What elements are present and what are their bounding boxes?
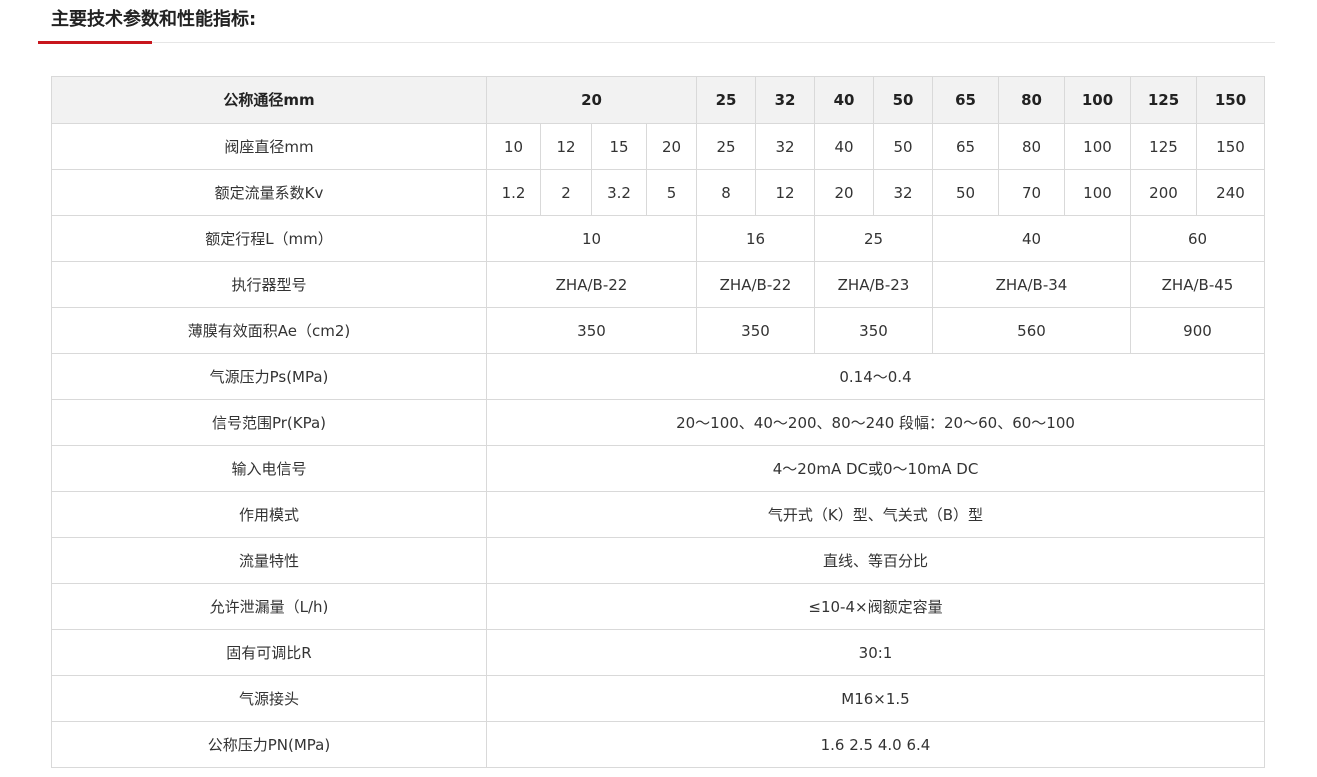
table-cell: 150 — [1196, 123, 1265, 170]
header-cell: 20 — [486, 76, 697, 124]
table-cell: 12 — [755, 169, 815, 216]
row-label: 流量特性 — [51, 537, 487, 584]
table-cell: 32 — [873, 169, 933, 216]
table-cell: 40 — [814, 123, 874, 170]
table-cell: 125 — [1130, 123, 1197, 170]
table-row: 作用模式 气开式（K）型、气关式（B）型 — [51, 491, 1265, 538]
table-cell: 900 — [1130, 307, 1265, 354]
table-row: 阀座直径mm 10 12 15 20 25 32 40 50 65 80 100… — [51, 123, 1265, 170]
table-cell: ZHA/B-22 — [486, 261, 697, 308]
table-cell: 30:1 — [486, 629, 1265, 676]
table-cell: 20 — [814, 169, 874, 216]
table-cell: 80 — [998, 123, 1065, 170]
table-cell: 12 — [540, 123, 592, 170]
table-cell: 直线、等百分比 — [486, 537, 1265, 584]
header-cell: 50 — [873, 76, 933, 124]
table-cell: 2 — [540, 169, 592, 216]
row-label: 薄膜有效面积Ae（cm2) — [51, 307, 487, 354]
table-cell: 50 — [932, 169, 999, 216]
table-cell: 16 — [696, 215, 815, 262]
row-label: 公称压力PN(MPa) — [51, 721, 487, 768]
spec-table: 公称通径mm 20 25 32 40 50 65 80 100 125 150 … — [51, 76, 1265, 768]
row-label: 信号范围Pr(KPa) — [51, 399, 487, 446]
table-cell: 20～100、40～200、80～240 段幅：20～60、60～100 — [486, 399, 1265, 446]
table-cell: 200 — [1130, 169, 1197, 216]
table-cell: M16×1.5 — [486, 675, 1265, 722]
table-row: 输入电信号 4～20mA DC或0～10mA DC — [51, 445, 1265, 492]
table-cell: ZHA/B-45 — [1130, 261, 1265, 308]
row-label: 允许泄漏量（L/h) — [51, 583, 487, 630]
title-underline — [38, 41, 152, 44]
section-title: 主要技术参数和性能指标: — [51, 9, 257, 30]
row-label: 气源接头 — [51, 675, 487, 722]
row-label: 固有可调比R — [51, 629, 487, 676]
table-row: 薄膜有效面积Ae（cm2) 350 350 350 560 900 — [51, 307, 1265, 354]
table-cell: 4～20mA DC或0～10mA DC — [486, 445, 1265, 492]
table-cell: 350 — [814, 307, 933, 354]
table-row: 公称压力PN(MPa) 1.6 2.5 4.0 6.4 — [51, 721, 1265, 768]
table-header-row: 公称通径mm 20 25 32 40 50 65 80 100 125 150 — [51, 76, 1265, 124]
row-label: 作用模式 — [51, 491, 487, 538]
row-label: 额定流量系数Kv — [51, 169, 487, 216]
table-row: 额定行程L（mm） 10 16 25 40 60 — [51, 215, 1265, 262]
table-cell: 40 — [932, 215, 1131, 262]
table-cell: ZHA/B-23 — [814, 261, 933, 308]
table-cell: 60 — [1130, 215, 1265, 262]
row-label: 阀座直径mm — [51, 123, 487, 170]
table-cell: ZHA/B-34 — [932, 261, 1131, 308]
header-cell: 65 — [932, 76, 999, 124]
header-cell: 25 — [696, 76, 756, 124]
table-cell: 1.2 — [486, 169, 541, 216]
table-cell: 0.14～0.4 — [486, 353, 1265, 400]
table-cell: 350 — [696, 307, 815, 354]
table-row: 气源压力Ps(MPa) 0.14～0.4 — [51, 353, 1265, 400]
header-cell: 125 — [1130, 76, 1197, 124]
table-cell: 5 — [646, 169, 697, 216]
table-cell: 350 — [486, 307, 697, 354]
table-row: 执行器型号 ZHA/B-22 ZHA/B-22 ZHA/B-23 ZHA/B-3… — [51, 261, 1265, 308]
table-row: 允许泄漏量（L/h) ≤10-4×阀额定容量 — [51, 583, 1265, 630]
row-label: 额定行程L（mm） — [51, 215, 487, 262]
table-cell: 10 — [486, 123, 541, 170]
table-cell: 8 — [696, 169, 756, 216]
header-cell: 40 — [814, 76, 874, 124]
row-label: 执行器型号 — [51, 261, 487, 308]
table-cell: 240 — [1196, 169, 1265, 216]
table-cell: ZHA/B-22 — [696, 261, 815, 308]
table-cell: 10 — [486, 215, 697, 262]
section-header: 主要技术参数和性能指标: — [38, 0, 1275, 44]
header-cell: 32 — [755, 76, 815, 124]
table-cell: 20 — [646, 123, 697, 170]
header-label: 公称通径mm — [51, 76, 487, 124]
table-cell: 25 — [814, 215, 933, 262]
table-cell: 100 — [1064, 123, 1131, 170]
table-cell: 25 — [696, 123, 756, 170]
table-cell: 15 — [591, 123, 647, 170]
table-row: 流量特性 直线、等百分比 — [51, 537, 1265, 584]
table-cell: 32 — [755, 123, 815, 170]
header-cell: 150 — [1196, 76, 1265, 124]
table-cell: 100 — [1064, 169, 1131, 216]
table-cell: 气开式（K）型、气关式（B）型 — [486, 491, 1265, 538]
header-cell: 80 — [998, 76, 1065, 124]
table-row: 气源接头 M16×1.5 — [51, 675, 1265, 722]
table-cell: 1.6 2.5 4.0 6.4 — [486, 721, 1265, 768]
table-cell: 560 — [932, 307, 1131, 354]
table-row: 信号范围Pr(KPa) 20～100、40～200、80～240 段幅：20～6… — [51, 399, 1265, 446]
row-label: 气源压力Ps(MPa) — [51, 353, 487, 400]
table-row: 固有可调比R 30:1 — [51, 629, 1265, 676]
table-cell: 70 — [998, 169, 1065, 216]
header-cell: 100 — [1064, 76, 1131, 124]
table-cell: 3.2 — [591, 169, 647, 216]
table-cell: ≤10-4×阀额定容量 — [486, 583, 1265, 630]
table-row: 额定流量系数Kv 1.2 2 3.2 5 8 12 20 32 50 70 10… — [51, 169, 1265, 216]
row-label: 输入电信号 — [51, 445, 487, 492]
table-cell: 65 — [932, 123, 999, 170]
table-cell: 50 — [873, 123, 933, 170]
